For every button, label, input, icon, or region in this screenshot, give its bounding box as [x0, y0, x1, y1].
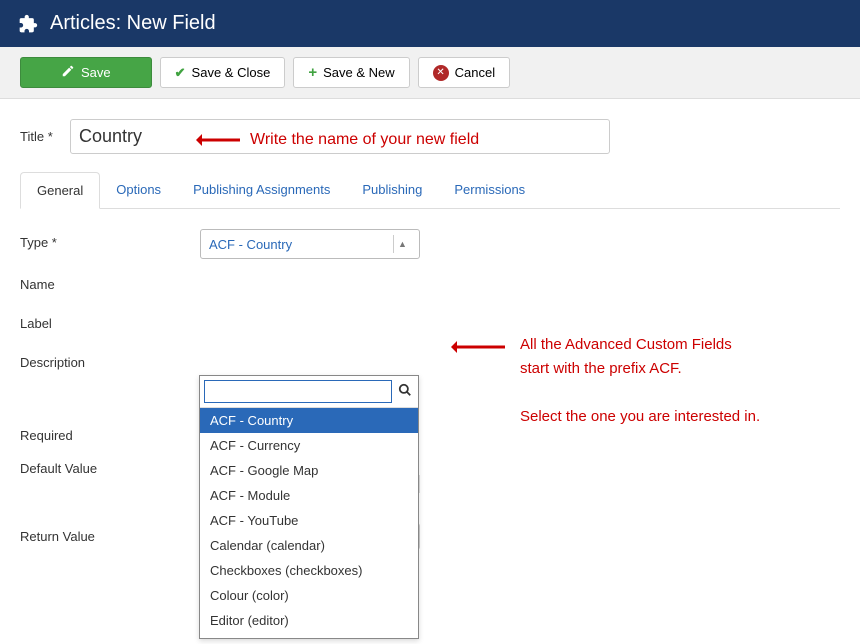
- annot-line3: Select the one you are interested in.: [520, 408, 760, 425]
- search-icon[interactable]: [392, 383, 418, 400]
- dropdown-item-acf-google-map[interactable]: ACF - Google Map: [200, 458, 418, 483]
- type-dropdown-panel: ACF - Country ACF - Currency ACF - Googl…: [199, 375, 419, 639]
- save-close-label: Save & Close: [192, 65, 271, 80]
- description-label: Description: [20, 349, 200, 370]
- label-label: Label: [20, 310, 200, 331]
- type-select[interactable]: ACF - Country ▲: [200, 229, 420, 259]
- field-default-row: Default Value: [20, 455, 840, 493]
- dropdown-item-acf-youtube[interactable]: ACF - YouTube: [200, 508, 418, 533]
- dropdown-item-checkboxes[interactable]: Checkboxes (checkboxes): [200, 558, 418, 583]
- annot-line2: start with the prefix ACF.: [520, 360, 682, 377]
- field-return-row: Return Value Country Name ▼: [20, 523, 840, 550]
- tab-general[interactable]: General: [20, 172, 100, 209]
- save-close-button[interactable]: ✔ Save & Close: [160, 57, 286, 88]
- tab-options[interactable]: Options: [100, 172, 177, 208]
- cancel-label: Cancel: [455, 65, 495, 80]
- pencil-icon: [61, 64, 75, 81]
- toolbar: Save ✔ Save & Close + Save & New ✕ Cance…: [0, 47, 860, 99]
- dropdown-item-integer[interactable]: Integer (integer): [200, 633, 418, 638]
- page-header: Articles: New Field: [0, 0, 860, 47]
- type-label: Type *: [20, 229, 200, 250]
- dropdown-item-acf-module[interactable]: ACF - Module: [200, 483, 418, 508]
- title-input[interactable]: [70, 119, 610, 154]
- plus-icon: +: [308, 64, 317, 81]
- caret-up-icon: ▲: [393, 235, 411, 253]
- field-label-row: Label: [20, 310, 840, 331]
- type-annotation-text: All the Advanced Custom Fields start wit…: [520, 333, 760, 429]
- save-label: Save: [81, 65, 111, 80]
- cancel-icon: ✕: [433, 65, 449, 81]
- annot-line1: All the Advanced Custom Fields: [520, 336, 732, 353]
- tab-publishing[interactable]: Publishing: [346, 172, 438, 208]
- field-name-row: Name: [20, 271, 840, 292]
- page-title: Articles: New Field: [50, 12, 216, 35]
- save-new-label: Save & New: [323, 65, 395, 80]
- title-row: Title * Write the name of your new field: [20, 119, 840, 154]
- form-area: Title * Write the name of your new field…: [0, 99, 860, 592]
- dropdown-item-editor[interactable]: Editor (editor): [200, 608, 418, 633]
- dropdown-item-acf-currency[interactable]: ACF - Currency: [200, 433, 418, 458]
- required-label: Required: [20, 422, 200, 443]
- check-icon: ✔: [175, 65, 186, 81]
- arrow-left-icon: [445, 341, 505, 353]
- field-type-row: Type * ACF - Country ▲: [20, 229, 840, 259]
- puzzle-icon: [18, 14, 38, 34]
- cancel-button[interactable]: ✕ Cancel: [418, 57, 510, 88]
- dropdown-item-colour[interactable]: Colour (color): [200, 583, 418, 608]
- default-value-label: Default Value: [20, 455, 200, 476]
- save-button[interactable]: Save: [20, 57, 152, 88]
- tab-publishing-assignments[interactable]: Publishing Assignments: [177, 172, 346, 208]
- dropdown-search-row: [200, 376, 418, 408]
- dropdown-search-input[interactable]: [204, 380, 392, 403]
- dropdown-list[interactable]: ACF - Country ACF - Currency ACF - Googl…: [200, 408, 418, 638]
- name-label: Name: [20, 271, 200, 292]
- tab-permissions[interactable]: Permissions: [438, 172, 541, 208]
- title-label: Title *: [20, 129, 60, 144]
- return-value-label: Return Value: [20, 523, 200, 544]
- dropdown-item-calendar[interactable]: Calendar (calendar): [200, 533, 418, 558]
- type-annotation: All the Advanced Custom Fields start wit…: [445, 333, 760, 429]
- dropdown-item-acf-country[interactable]: ACF - Country: [200, 408, 418, 433]
- type-selected: ACF - Country: [209, 237, 292, 252]
- tabs: General Options Publishing Assignments P…: [20, 172, 840, 209]
- save-new-button[interactable]: + Save & New: [293, 57, 409, 88]
